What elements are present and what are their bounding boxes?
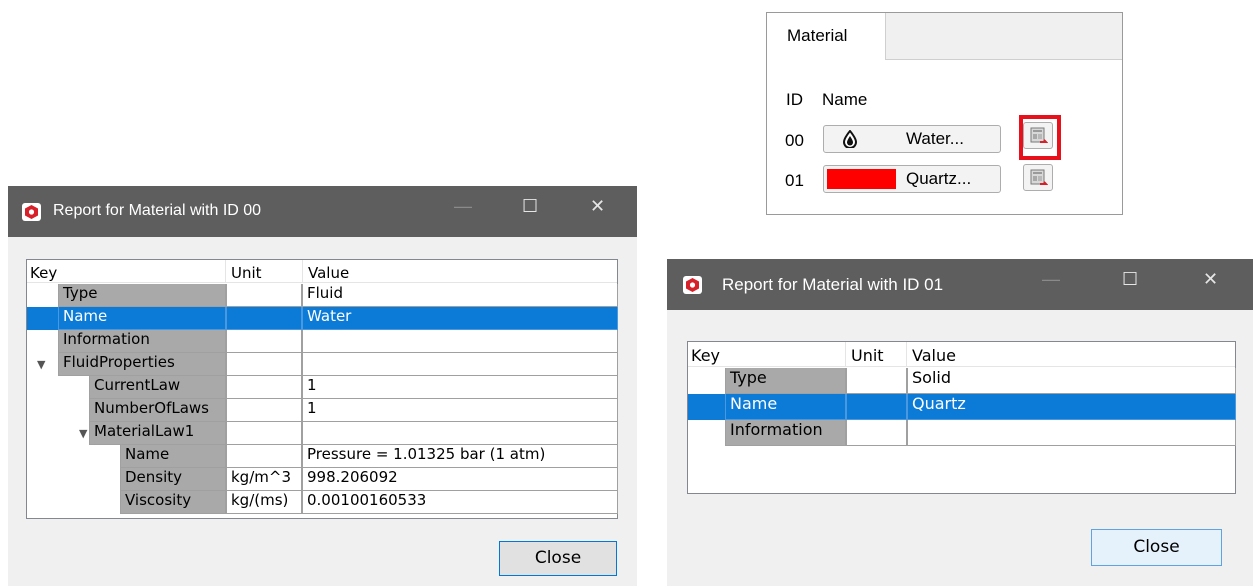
key-cell: FluidProperties <box>58 353 226 376</box>
report-dialog-water: Report for Material with ID 00 — ☐ ✕ Key… <box>8 186 637 586</box>
water-drop-icon <box>843 130 857 148</box>
expand-arrow-icon[interactable]: ▼ <box>79 427 87 440</box>
report-icon <box>1030 169 1048 185</box>
material-button-quartz[interactable]: Quartz... <box>823 165 1001 193</box>
value-cell: 998.206092 <box>302 468 618 491</box>
value-cell: Pressure = 1.01325 bar (1 atm) <box>302 445 618 468</box>
unit-cell <box>226 284 302 307</box>
dialog-titlebar: Report for Material with ID 01 — ☐ ✕ <box>667 259 1253 310</box>
tree-row[interactable]: Type Solid <box>688 368 1236 394</box>
key-cell: NumberOfLaws <box>89 399 226 422</box>
unit-cell <box>226 330 302 353</box>
header-value: Value <box>308 264 350 282</box>
tree-row[interactable]: Viscosity kg/(ms) 0.00100160533 <box>27 491 618 514</box>
header-unit: Unit <box>231 264 262 282</box>
report-tree[interactable]: Key Unit Value Type Solid Name Quartz In… <box>687 341 1236 494</box>
material-id-01: 01 <box>785 171 804 190</box>
report-button-01[interactable] <box>1023 164 1053 191</box>
header-unit: Unit <box>851 346 884 365</box>
key-cell: Density <box>120 468 226 491</box>
dialog-titlebar: Report for Material with ID 00 — ☐ ✕ <box>8 186 637 237</box>
key-cell: Information <box>725 420 846 446</box>
minimize-button[interactable]: — <box>1042 269 1060 290</box>
unit-cell <box>226 307 302 330</box>
tree-row[interactable]: ▼ MaterialLaw1 <box>27 422 618 445</box>
key-cell: Type <box>58 284 226 307</box>
value-cell: Solid <box>907 368 1236 394</box>
unit-cell <box>226 376 302 399</box>
unit-cell <box>226 353 302 376</box>
header-value: Value <box>912 346 956 365</box>
highlight-frame <box>1019 115 1061 160</box>
unit-cell <box>846 368 907 394</box>
value-cell: 0.00100160533 <box>302 491 618 514</box>
tree-row[interactable]: Density kg/m^3 998.206092 <box>27 468 618 491</box>
value-cell: Water <box>302 307 618 330</box>
column-header-id: ID <box>786 90 803 109</box>
tree-header: Key Unit Value <box>688 342 1235 367</box>
unit-cell <box>226 422 302 445</box>
unit-cell <box>846 394 907 420</box>
unit-cell <box>226 445 302 468</box>
report-tree[interactable]: Key Unit Value Type Fluid Name Water Inf… <box>26 259 618 519</box>
unit-cell: kg/m^3 <box>226 468 302 491</box>
tree-row-selected[interactable]: Name Quartz <box>688 394 1236 420</box>
report-dialog-quartz: Report for Material with ID 01 — ☐ ✕ Key… <box>667 259 1253 586</box>
material-panel: Material ID Name 00 Water... 01 Quartz..… <box>766 12 1123 215</box>
tab-bar-empty-area <box>885 13 1122 60</box>
material-id-00: 00 <box>785 131 804 150</box>
value-cell <box>302 353 618 376</box>
unit-cell <box>226 399 302 422</box>
key-cell: Name <box>58 307 226 330</box>
key-cell: Information <box>58 330 226 353</box>
key-cell: CurrentLaw <box>89 376 226 399</box>
tree-row[interactable]: CurrentLaw 1 <box>27 376 618 399</box>
value-cell: 1 <box>302 399 618 422</box>
material-color-swatch <box>827 169 896 189</box>
header-key: Key <box>30 264 58 282</box>
close-button[interactable]: Close <box>1091 529 1222 566</box>
close-button[interactable]: Close <box>499 541 617 576</box>
close-window-button[interactable]: ✕ <box>590 196 605 217</box>
tab-bar: Material <box>767 13 1122 61</box>
key-cell: Viscosity <box>120 491 226 514</box>
expand-arrow-icon[interactable]: ▼ <box>37 358 45 371</box>
value-cell: Fluid <box>302 284 618 307</box>
tree-row[interactable]: Information <box>688 420 1236 446</box>
value-cell <box>302 330 618 353</box>
header-key: Key <box>691 346 721 365</box>
app-logo-icon <box>22 203 41 221</box>
value-cell <box>907 420 1236 446</box>
material-button-label: Quartz... <box>906 169 972 188</box>
tree-row[interactable]: NumberOfLaws 1 <box>27 399 618 422</box>
tree-row[interactable]: ▼ FluidProperties <box>27 353 618 376</box>
tree-row[interactable]: Type Fluid <box>27 284 618 307</box>
column-header-name: Name <box>822 90 868 109</box>
material-button-label: Water... <box>906 129 964 148</box>
app-logo-icon <box>683 276 702 294</box>
tree-row[interactable]: Name Pressure = 1.01325 bar (1 atm) <box>27 445 618 468</box>
key-cell: Name <box>120 445 226 468</box>
value-cell: Quartz <box>907 394 1236 420</box>
key-cell: Type <box>725 368 846 394</box>
tree-header: Key Unit Value <box>27 260 617 283</box>
value-cell <box>302 422 618 445</box>
value-cell: 1 <box>302 376 618 399</box>
close-window-button[interactable]: ✕ <box>1203 269 1218 290</box>
tab-material[interactable]: Material <box>767 13 885 61</box>
maximize-button[interactable]: ☐ <box>522 196 538 217</box>
unit-cell: kg/(ms) <box>226 491 302 514</box>
dialog-title: Report for Material with ID 01 <box>722 275 944 294</box>
tab-material-label: Material <box>787 26 848 45</box>
tree-row-selected[interactable]: Name Water <box>27 307 618 330</box>
maximize-button[interactable]: ☐ <box>1122 269 1138 290</box>
material-button-water[interactable]: Water... <box>823 125 1001 153</box>
unit-cell <box>846 420 907 446</box>
key-cell: MaterialLaw1 <box>89 422 226 445</box>
key-cell: Name <box>725 394 846 420</box>
minimize-button[interactable]: — <box>454 196 472 217</box>
tree-row[interactable]: Information <box>27 330 618 353</box>
dialog-title: Report for Material with ID 00 <box>53 202 262 219</box>
